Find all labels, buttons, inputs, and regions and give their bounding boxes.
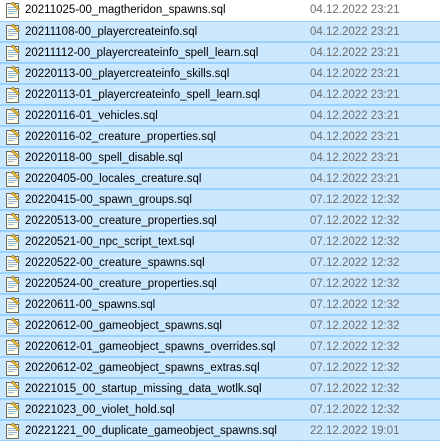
file-row[interactable]: 20220415-00_spawn_groups.sql 07.12.2022 1… — [0, 189, 440, 210]
file-name: 20211112-00_playercreateinfo_spell_learn… — [25, 47, 259, 59]
file-modified-date: 07.12.2022 12:32 — [310, 278, 400, 290]
file-row[interactable]: 20220524-00_creature_properties.sql 07.12… — [0, 273, 440, 294]
file-modified-date: 07.12.2022 12:32 — [310, 320, 400, 332]
file-row[interactable]: 20220113-00_playercreateinfo_skills.sql 0… — [0, 63, 440, 84]
file-row[interactable]: 20211025-00_magtheridon_spawns.sql 04.12.… — [0, 0, 440, 21]
file-name: 20221023_00_violet_hold.sql — [25, 404, 175, 416]
sql-file-icon — [5, 422, 21, 440]
file-row[interactable]: 20220116-01_vehicles.sql 04.12.2022 23:21 — [0, 105, 440, 126]
file-name: 20220524-00_creature_properties.sql — [25, 278, 217, 290]
sql-file-icon — [5, 65, 21, 83]
file-row[interactable]: 20220513-00_creature_properties.sql 07.12… — [0, 210, 440, 231]
file-row[interactable]: 20221015_00_startup_missing_data_wotlk.s… — [0, 378, 440, 399]
file-name: 20220116-01_vehicles.sql — [25, 110, 158, 122]
file-modified-date: 04.12.2022 23:21 — [310, 110, 400, 122]
file-row[interactable]: 20211108-00_playercreateinfo.sql 04.12.20… — [0, 21, 440, 42]
sql-file-icon — [5, 86, 21, 104]
file-modified-date: 07.12.2022 12:32 — [310, 299, 400, 311]
file-modified-date: 04.12.2022 23:21 — [310, 152, 400, 164]
file-modified-date: 04.12.2022 23:21 — [310, 173, 400, 185]
file-name: 20220405-00_locales_creature.sql — [25, 173, 202, 185]
file-name: 20220521-00_npc_script_text.sql — [25, 236, 195, 248]
file-modified-date: 04.12.2022 23:21 — [310, 89, 400, 101]
file-modified-date: 22.12.2022 19:01 — [310, 425, 400, 437]
file-name: 20220522-00_creature_spawns.sql — [25, 257, 205, 269]
sql-file-icon — [5, 359, 21, 377]
file-row[interactable]: 20211112-00_playercreateinfo_spell_learn… — [0, 42, 440, 63]
file-name: 20220113-01_playercreateinfo_spell_learn… — [25, 89, 261, 101]
file-name: 20220116-02_creature_properties.sql — [25, 131, 216, 143]
sql-file-icon — [5, 254, 21, 272]
file-modified-date: 04.12.2022 23:21 — [310, 4, 400, 16]
sql-file-icon — [5, 149, 21, 167]
sql-file-icon — [5, 44, 21, 62]
file-row[interactable]: 20220113-01_playercreateinfo_spell_learn… — [0, 84, 440, 105]
file-row[interactable]: 20220611-00_spawns.sql 07.12.2022 12:32 — [0, 294, 440, 315]
file-modified-date: 07.12.2022 12:32 — [310, 257, 400, 269]
sql-file-icon — [5, 233, 21, 251]
file-name: 20220513-00_creature_properties.sql — [25, 215, 217, 227]
sql-file-icon — [5, 275, 21, 293]
sql-file-icon — [5, 191, 21, 209]
file-modified-date: 04.12.2022 23:21 — [310, 68, 400, 80]
sql-file-icon — [5, 317, 21, 335]
file-name: 20211108-00_playercreateinfo.sql — [25, 26, 198, 38]
file-modified-date: 04.12.2022 23:21 — [310, 47, 400, 59]
file-name: 20220118-00_spell_disable.sql — [25, 152, 183, 164]
file-name: 20220612-02_gameobject_spawns_extras.sql — [25, 362, 260, 374]
sql-file-icon — [5, 23, 21, 41]
file-modified-date: 04.12.2022 23:21 — [310, 26, 400, 38]
file-name: 20220415-00_spawn_groups.sql — [25, 194, 192, 206]
file-modified-date: 07.12.2022 12:32 — [310, 362, 400, 374]
sql-file-icon — [5, 1, 21, 19]
file-row[interactable]: 20221221_00_duplicate_gameobject_spawns.… — [0, 420, 440, 441]
file-modified-date: 07.12.2022 12:32 — [310, 383, 400, 395]
sql-file-icon — [5, 212, 21, 230]
file-modified-date: 07.12.2022 12:32 — [310, 194, 400, 206]
file-name: 20220113-00_playercreateinfo_skills.sql — [25, 68, 230, 80]
file-row[interactable]: 20220522-00_creature_spawns.sql 07.12.202… — [0, 252, 440, 273]
file-row[interactable]: 20220612-02_gameobject_spawns_extras.sql… — [0, 357, 440, 378]
file-row[interactable]: 20220118-00_spell_disable.sql 04.12.2022 … — [0, 147, 440, 168]
file-row[interactable]: 20220405-00_locales_creature.sql 04.12.20… — [0, 168, 440, 189]
file-row[interactable]: 20220521-00_npc_script_text.sql 07.12.202… — [0, 231, 440, 252]
file-row[interactable]: 20220116-02_creature_properties.sql 04.12… — [0, 126, 440, 147]
file-modified-date: 04.12.2022 23:21 — [310, 131, 400, 143]
sql-file-icon — [5, 128, 21, 146]
file-row[interactable]: 20220612-01_gameobject_spawns_overrides.… — [0, 336, 440, 357]
sql-file-icon — [5, 380, 21, 398]
file-name: 20220612-01_gameobject_spawns_overrides.… — [25, 341, 276, 353]
file-modified-date: 07.12.2022 12:32 — [310, 404, 400, 416]
file-modified-date: 07.12.2022 12:32 — [310, 215, 400, 227]
sql-file-icon — [5, 170, 21, 188]
file-modified-date: 07.12.2022 12:32 — [310, 236, 400, 248]
file-name: 20211025-00_magtheridon_spawns.sql — [25, 4, 226, 16]
file-list: 20211025-00_magtheridon_spawns.sql 04.12.… — [0, 0, 440, 444]
sql-file-icon — [5, 296, 21, 314]
file-modified-date: 07.12.2022 12:32 — [310, 341, 400, 353]
file-name: 20221221_00_duplicate_gameobject_spawns.… — [25, 425, 277, 437]
file-name: 20220612-00_gameobject_spawns.sql — [25, 320, 222, 332]
file-row[interactable]: 20220612-00_gameobject_spawns.sql 07.12.2… — [0, 315, 440, 336]
file-name: 20220611-00_spawns.sql — [25, 299, 156, 311]
file-name: 20221015_00_startup_missing_data_wotlk.s… — [25, 383, 262, 395]
sql-file-icon — [5, 401, 21, 419]
sql-file-icon — [5, 338, 21, 356]
file-row[interactable]: 20221023_00_violet_hold.sql 07.12.2022 12… — [0, 399, 440, 420]
sql-file-icon — [5, 107, 21, 125]
